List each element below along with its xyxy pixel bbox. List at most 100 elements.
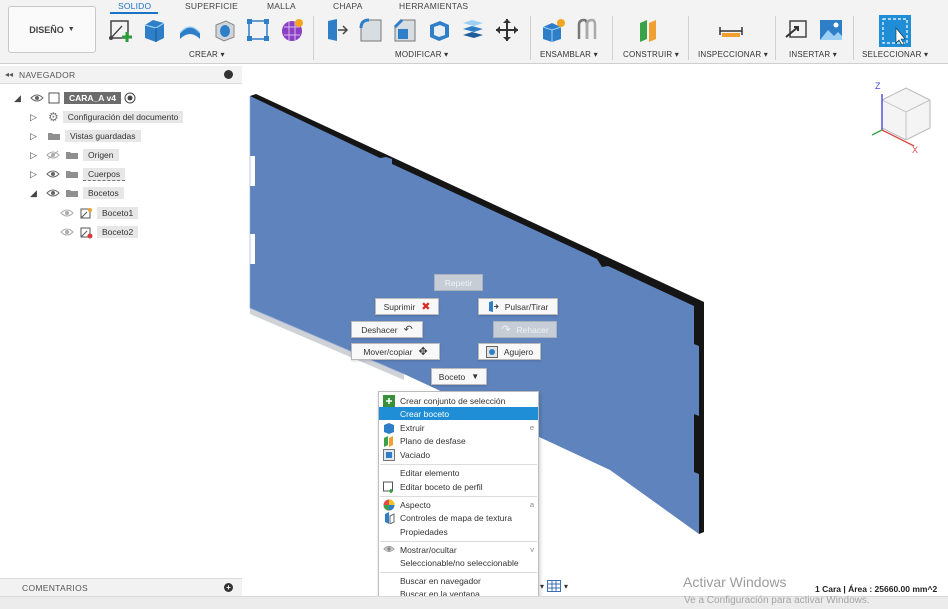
eye-hidden-icon[interactable] [46,150,60,160]
tree-item-sketches[interactable]: ◢ Bocetos [30,185,124,201]
joint-icon[interactable] [574,17,600,43]
tab-herramientas[interactable]: HERRAMIENTAS [399,1,468,11]
hole-icon[interactable] [211,17,237,43]
create-sketch-icon[interactable] [108,17,134,43]
measure-icon[interactable] [718,17,744,43]
group-modificar[interactable]: MODIFICAR ▾ [395,50,448,59]
panel-options-icon[interactable] [224,70,233,79]
eye-hidden-icon[interactable] [60,227,74,237]
form-icon[interactable] [279,17,305,43]
browser-title: NAVEGADOR [19,69,76,80]
redo-button: ↷ Rehacer [493,321,557,338]
axis-z-label: Z [875,81,881,91]
sketch-warning-icon [80,227,93,238]
display-settings-dropdown[interactable]: ▾ ▾ [540,580,568,592]
group-seleccionar[interactable]: SELECCIONAR ▾ [862,50,928,59]
hole-button[interactable]: Agujero [478,343,541,360]
tree-item-origin[interactable]: ▷ Origen [30,147,119,163]
move-copy-icon[interactable] [494,17,520,43]
move-copy-button[interactable]: Mover/copiar ✥ [351,343,440,360]
component-icon [48,92,60,104]
collapse-triangle-icon[interactable]: ◢ [14,93,26,104]
select-icon[interactable] [878,14,912,48]
insert-image-icon[interactable] [818,17,844,43]
expand-triangle-icon[interactable]: ▷ [30,131,42,142]
tree-label-origin: Origen [83,149,119,161]
shell-icon[interactable] [426,17,452,43]
press-pull-button[interactable]: Pulsar/Tirar [478,298,558,315]
tree-item-document-settings[interactable]: ▷ ⚙ Configuración del documento [30,109,184,125]
collapse-panel-icon[interactable]: ◂◂ [5,70,13,79]
eye-icon[interactable] [30,93,44,103]
extrude-icon [384,423,394,434]
expand-triangle-icon[interactable]: ▷ [30,169,42,180]
undo-button[interactable]: Deshacer ↶ [351,321,423,338]
tree-item-saved-views[interactable]: ▷ Vistas guardadas [30,128,141,144]
menu-item-extrude[interactable]: Extruir e [379,421,538,434]
workspace-label: DISEÑO [29,24,64,35]
menu-item-edit-profile-sketch[interactable]: Editar boceto de perfil [379,480,538,493]
collapse-triangle-icon[interactable]: ◢ [30,188,42,199]
tab-superficie[interactable]: SUPERFICIE [185,1,238,11]
group-construir[interactable]: CONSTRUIR ▾ [623,50,679,59]
menu-item-appearance[interactable]: Aspecto a [379,498,538,511]
shortcut-key: a [529,500,534,509]
menu-item-shell[interactable]: Vaciado [379,448,538,461]
menu-item-find-in-browser[interactable]: Buscar en navegador [379,574,538,587]
chevron-down-icon: ▾ [564,581,569,591]
group-ensamblar[interactable]: ENSAMBLAR ▾ [540,50,598,59]
menu-item-create-sketch[interactable]: Crear boceto [379,407,538,420]
offset-plane-icon[interactable] [636,17,662,43]
menu-item-edit-feature[interactable]: Editar elemento [379,466,538,479]
viewport-canvas[interactable] [242,84,948,578]
add-comment-icon[interactable]: + [224,583,233,592]
tab-malla[interactable]: MALLA [267,1,296,11]
new-component-icon[interactable] [540,17,566,43]
expand-triangle-icon[interactable]: ▷ [30,150,42,161]
tree-label-document-settings: Configuración del documento [62,111,184,123]
press-pull-icon[interactable] [324,17,350,43]
menu-item-show-hide[interactable]: Mostrar/ocultar v [379,543,538,556]
eye-icon[interactable] [46,169,60,179]
delete-button[interactable]: Suprimir ✖ [375,298,439,315]
chamfer-icon[interactable] [392,17,418,43]
selection-set-icon [383,395,395,407]
tree-item-sketch1[interactable]: Boceto1 [60,205,139,221]
tab-solido[interactable]: SOLIDO [118,1,151,11]
group-crear[interactable]: CREAR ▾ [189,50,225,59]
menu-item-texture-map-controls[interactable]: Controles de mapa de textura [379,511,538,524]
menu-item-offset-plane[interactable]: Plano de desfase [379,434,538,447]
menu-item-selectable[interactable]: Seleccionable/no seleccionable [379,556,538,569]
group-inspeccionar[interactable]: INSPECCIONAR ▾ [698,50,768,59]
tree-item-sketch2[interactable]: Boceto2 [60,224,139,240]
viewcube[interactable]: Z X [866,78,942,154]
chevron-down-icon: ▼ [67,26,75,33]
tree-item-bodies[interactable]: ▷ Cuerpos [30,166,126,182]
menu-item-properties[interactable]: Propiedades [379,525,538,538]
extrude-icon[interactable] [141,17,167,43]
tree-label-saved-views: Vistas guardadas [65,130,141,142]
axis-x-label: X [912,145,918,154]
activate-radio-icon[interactable] [124,92,136,104]
eye-hidden-icon[interactable] [60,208,74,218]
tab-chapa[interactable]: CHAPA [333,1,363,11]
expand-triangle-icon[interactable]: ▷ [30,112,42,123]
eye-icon [383,546,395,552]
group-insertar[interactable]: INSERTAR ▾ [789,50,837,59]
insert-derive-icon[interactable] [784,17,810,43]
toolbar-separator [612,16,613,60]
shell-icon [383,449,395,461]
revolve-icon[interactable] [177,17,203,43]
move-arrows-icon: ✥ [418,346,428,358]
offset-plane-icon [384,436,393,447]
pattern-icon[interactable] [245,17,271,43]
eye-icon[interactable] [46,188,60,198]
tree-item-root[interactable]: ◢ CARA_A v4 [14,90,136,106]
combine-icon[interactable] [460,17,486,43]
menu-item-create-selection-set[interactable]: Crear conjunto de selección [379,394,538,407]
sketch-dropdown-button[interactable]: Boceto ▼ [431,368,487,385]
workspace-switcher-button[interactable]: DISEÑO ▼ [8,6,96,53]
fillet-icon[interactable] [358,17,384,43]
texture-map-icon [385,512,395,524]
comments-panel-header[interactable]: COMENTARIOS + [0,578,242,596]
